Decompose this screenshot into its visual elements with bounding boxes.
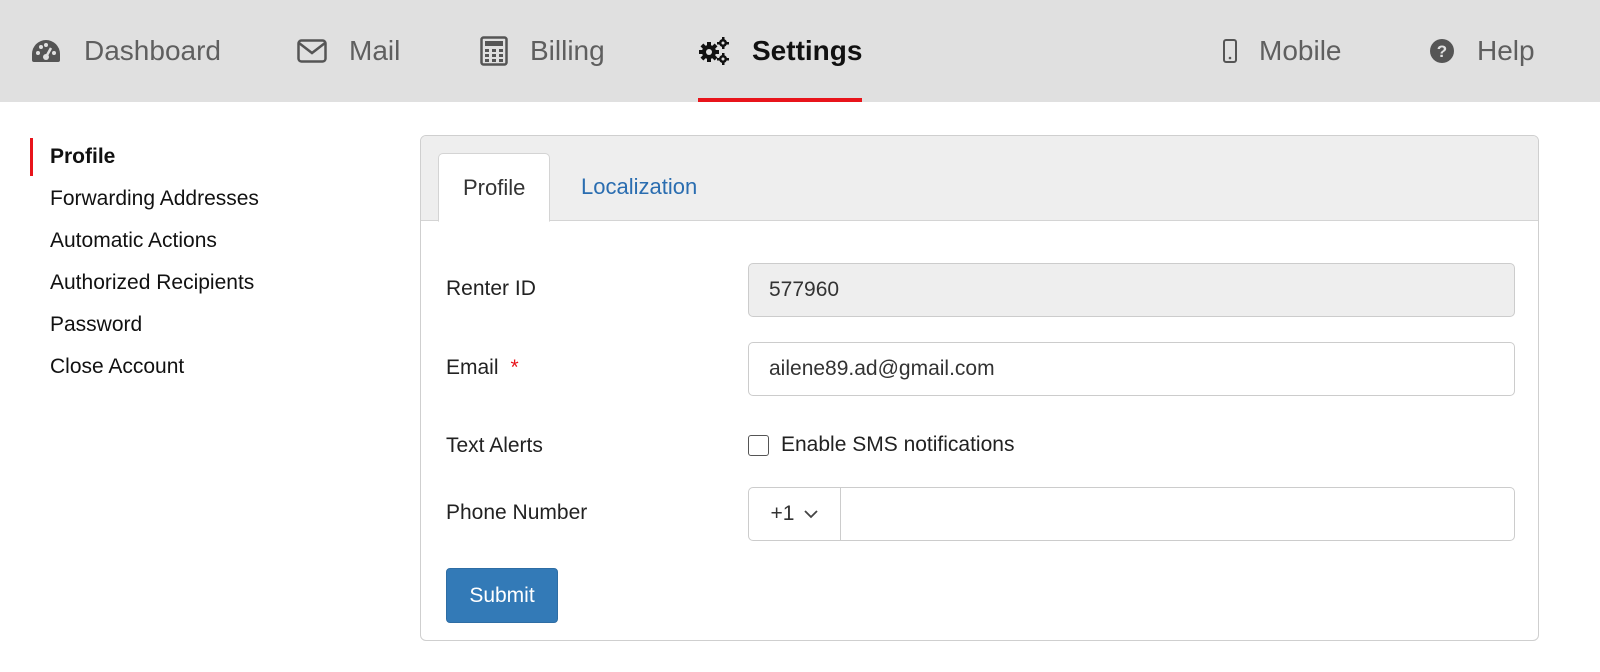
sms-checkbox-label: Enable SMS notifications <box>781 433 1015 456</box>
nav-item-help[interactable]: ? Help <box>1429 0 1535 102</box>
nav-label-dashboard: Dashboard <box>84 35 221 66</box>
sidebar-item-close-account[interactable]: Close Account <box>30 346 370 388</box>
question-circle-icon: ? <box>1429 38 1455 64</box>
phone-number-label: Phone Number <box>446 501 588 524</box>
nav-label-mobile: Mobile <box>1259 35 1342 66</box>
nav-item-settings[interactable]: Settings <box>698 0 863 102</box>
gears-icon <box>698 36 730 66</box>
top-navigation-bar: Dashboard Mail Billing Settings Mobile ?… <box>0 0 1600 102</box>
sidebar-item-automatic-actions[interactable]: Automatic Actions <box>30 220 370 262</box>
nav-item-dashboard[interactable]: Dashboard <box>30 0 221 102</box>
profile-panel: Profile Localization Renter ID 577960 Em… <box>420 135 1539 641</box>
nav-label-mail: Mail <box>349 35 401 66</box>
sidebar-item-authorized-recipients[interactable]: Authorized Recipients <box>30 262 370 304</box>
phone-number-input[interactable] <box>841 488 1514 540</box>
sms-checkbox-row[interactable]: Enable SMS notifications <box>748 433 1014 457</box>
sidebar-item-password[interactable]: Password <box>30 304 370 346</box>
email-label-text: Email <box>446 356 499 379</box>
text-alerts-label: Text Alerts <box>446 434 543 457</box>
sidebar-item-forwarding-addresses[interactable]: Forwarding Addresses <box>30 178 370 220</box>
nav-label-billing: Billing <box>530 35 605 66</box>
email-label: Email * <box>446 356 519 380</box>
tab-localization[interactable]: Localization <box>557 153 721 221</box>
nav-label-settings: Settings <box>752 35 863 66</box>
sidebar-item-profile[interactable]: Profile <box>30 136 370 178</box>
submit-button[interactable]: Submit <box>446 568 558 623</box>
dashboard-gauge-icon <box>30 38 62 64</box>
envelope-icon <box>297 39 327 63</box>
nav-item-billing[interactable]: Billing <box>480 0 605 102</box>
nav-item-mobile[interactable]: Mobile <box>1223 0 1341 102</box>
nav-item-mail[interactable]: Mail <box>297 0 400 102</box>
country-code-select[interactable]: +1 <box>749 488 841 540</box>
svg-text:?: ? <box>1437 42 1447 61</box>
renter-id-field: 577960 <box>748 263 1515 317</box>
nav-label-help: Help <box>1477 35 1535 66</box>
tab-profile[interactable]: Profile <box>438 153 551 222</box>
chevron-down-icon <box>804 509 819 519</box>
email-field[interactable]: ailene89.ad@gmail.com <box>748 342 1515 396</box>
phone-number-group: +1 <box>748 487 1515 541</box>
settings-sidebar: Profile Forwarding Addresses Automatic A… <box>30 136 370 388</box>
renter-id-label: Renter ID <box>446 277 536 300</box>
required-asterisk: * <box>510 356 519 379</box>
calculator-icon <box>480 36 508 66</box>
tab-bar: Profile Localization <box>421 136 1538 222</box>
mobile-phone-icon <box>1223 39 1237 63</box>
country-code-value: +1 <box>770 502 795 525</box>
sms-checkbox[interactable] <box>748 434 769 456</box>
